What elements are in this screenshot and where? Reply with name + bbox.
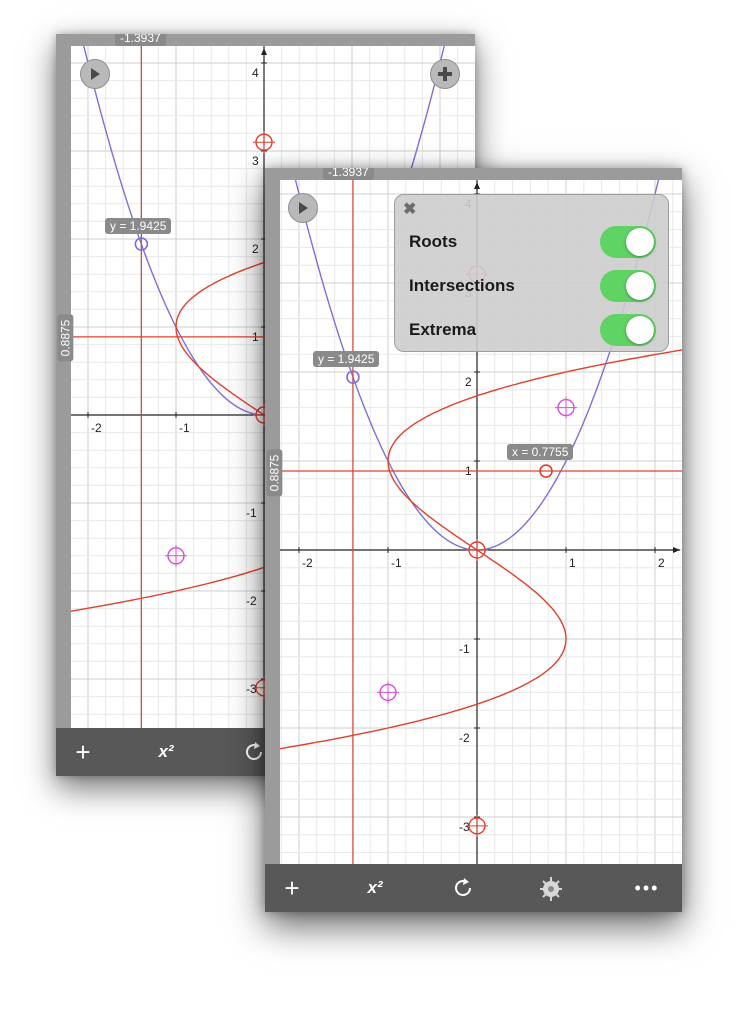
y-tick-label: 3 bbox=[252, 154, 259, 168]
refresh-icon bbox=[455, 878, 471, 896]
toggle-knob bbox=[626, 272, 654, 300]
setting-row-intersections: Intersections bbox=[409, 266, 656, 306]
toggle-knob bbox=[626, 228, 654, 256]
y-axis-arrow bbox=[474, 182, 480, 189]
edit-functions-button[interactable]: x² bbox=[136, 728, 196, 776]
bottom-toolbar: + x² ••• bbox=[265, 864, 682, 912]
point-label: y = 1.9425 bbox=[105, 218, 172, 234]
toggle-knob bbox=[626, 316, 654, 344]
x-tick-label: -2 bbox=[91, 421, 102, 435]
x-tick-label: -1 bbox=[391, 556, 402, 570]
y-tick-label: -1 bbox=[459, 642, 470, 656]
extrema-label: Extrema bbox=[409, 320, 477, 339]
reset-button[interactable] bbox=[433, 864, 493, 912]
roots-label: Roots bbox=[409, 232, 458, 251]
x-coordinate-readout: -1.3937 bbox=[115, 34, 166, 46]
settings-button[interactable] bbox=[521, 864, 581, 912]
y-tick-label: 4 bbox=[252, 66, 259, 80]
left-ruler bbox=[265, 168, 280, 912]
play-button[interactable] bbox=[80, 59, 110, 89]
gear-icon bbox=[540, 877, 562, 901]
plus-circle-icon bbox=[438, 67, 452, 81]
x-squared-pencil-icon: x² bbox=[158, 742, 174, 761]
x-axis-arrow bbox=[673, 547, 680, 553]
intersection-label: x = 0.7755 bbox=[507, 444, 574, 460]
analysis-settings-panel: ✖ Roots Intersections Extrema bbox=[394, 194, 669, 352]
add-function-button[interactable]: + bbox=[56, 728, 113, 776]
x-squared-pencil-icon: x² bbox=[367, 878, 383, 897]
play-icon bbox=[91, 68, 100, 80]
x-tick-label: -2 bbox=[302, 556, 313, 570]
play-button[interactable] bbox=[288, 193, 318, 223]
add-graph-button[interactable] bbox=[430, 59, 460, 89]
y-tick-label: 2 bbox=[465, 375, 472, 389]
more-button[interactable]: ••• bbox=[617, 864, 677, 912]
y-tick-label: -3 bbox=[459, 820, 470, 834]
setting-row-roots: Roots bbox=[409, 222, 656, 262]
y-tick-label: -2 bbox=[459, 731, 470, 745]
y-tick-label: 2 bbox=[252, 242, 259, 256]
plus-icon: + bbox=[75, 737, 91, 767]
left-ruler bbox=[56, 34, 71, 776]
close-icon[interactable]: ✖ bbox=[403, 199, 416, 219]
y-coordinate-readout: 0.8875 bbox=[57, 314, 74, 362]
front-screenshot: -2-1124321-1-2-3 -1.3937 0.8875 y = 1.94… bbox=[265, 168, 682, 912]
more-icon: ••• bbox=[634, 877, 660, 898]
roots-toggle[interactable] bbox=[600, 226, 656, 258]
edit-functions-button[interactable]: x² bbox=[345, 864, 405, 912]
setting-row-extrema: Extrema bbox=[409, 310, 656, 350]
x-coordinate-readout: -1.3937 bbox=[323, 168, 374, 180]
intersections-label: Intersections bbox=[409, 276, 515, 295]
y-tick-label: -3 bbox=[246, 682, 257, 696]
extrema-toggle[interactable] bbox=[600, 314, 656, 346]
y-coordinate-readout: 0.8875 bbox=[266, 449, 283, 497]
y-axis-arrow bbox=[261, 48, 267, 55]
refresh-icon bbox=[246, 742, 262, 760]
add-function-button[interactable]: + bbox=[265, 864, 322, 912]
point-label: y = 1.9425 bbox=[313, 351, 380, 367]
x-tick-label: 2 bbox=[658, 556, 665, 570]
y-tick-label: -2 bbox=[246, 594, 257, 608]
intersections-toggle[interactable] bbox=[600, 270, 656, 302]
x-tick-label: 1 bbox=[569, 556, 576, 570]
plus-icon: + bbox=[284, 873, 300, 903]
play-icon bbox=[299, 202, 308, 214]
y-tick-label: -1 bbox=[246, 506, 257, 520]
x-tick-label: -1 bbox=[179, 421, 190, 435]
